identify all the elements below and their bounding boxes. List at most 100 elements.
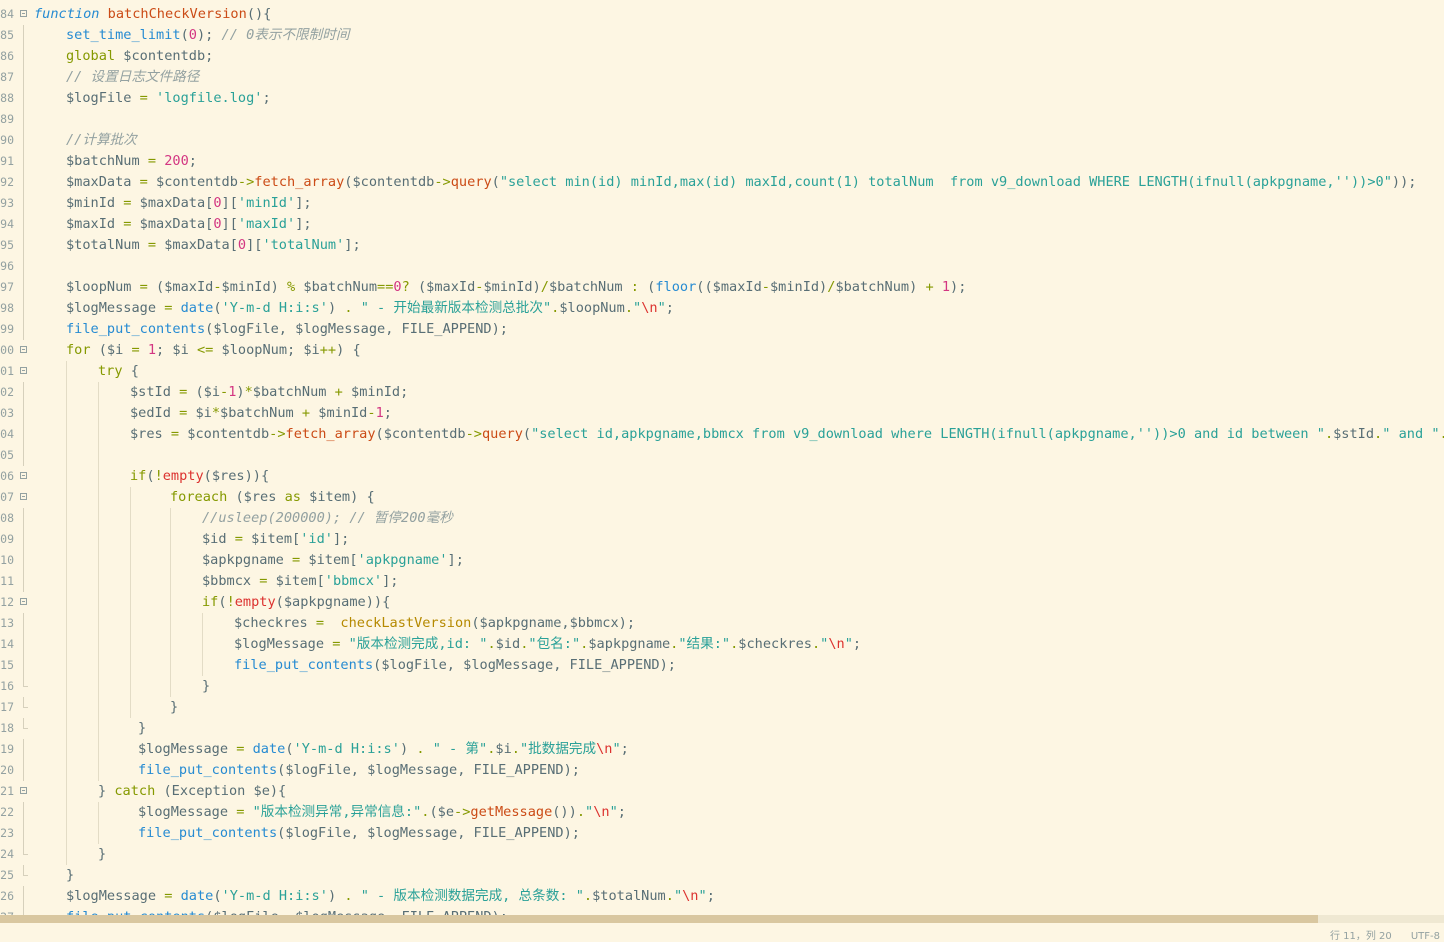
code-line[interactable]: 85 set_time_limit(0); // 0表示不限制时间 (0, 25, 1444, 46)
code-line[interactable]: 23 file_put_contents($logFile, $logMessag… (0, 823, 1444, 844)
fold-guide-line (23, 235, 24, 256)
horizontal-scrollbar-thumb[interactable] (0, 915, 1318, 923)
code-line[interactable]: 12 if(!empty($apkpgname)){ (0, 592, 1444, 613)
code-text[interactable]: //计算批次 (66, 130, 137, 151)
code-text[interactable]: $maxId = $maxData[0]['maxId']; (66, 214, 312, 235)
code-text[interactable]: $res = $contentdb->fetch_array($contentd… (130, 424, 1444, 445)
code-text[interactable]: $minId = $maxData[0]['minId']; (66, 193, 312, 214)
code-line[interactable]: 91 $batchNum = 200; (0, 151, 1444, 172)
code-line[interactable]: 00 for ($i = 1; $i <= $loopNum; $i++) { (0, 340, 1444, 361)
code-text[interactable]: $logMessage = date('Y-m-d H:i:s') . " - … (138, 739, 629, 760)
code-line[interactable]: 04 $res = $contentdb->fetch_array($conten… (0, 424, 1444, 445)
code-text[interactable]: $id = $item['id']; (202, 529, 349, 550)
code-text[interactable]: try { (98, 361, 139, 382)
code-text[interactable]: set_time_limit(0); // 0表示不限制时间 (66, 25, 349, 46)
fold-toggle-icon[interactable] (20, 472, 27, 479)
code-line[interactable]: 13 $checkres = checkLastVersion($apkpgnam… (0, 613, 1444, 634)
code-text[interactable]: $totalNum = $maxData[0]['totalNum']; (66, 235, 361, 256)
code-line[interactable]: 25} (0, 865, 1444, 886)
code-text[interactable]: } (138, 718, 146, 739)
code-line[interactable]: 24} (0, 844, 1444, 865)
indent-guide (98, 655, 99, 676)
code-line[interactable]: 22 $logMessage = "版本检测异常,异常信息:".($e->getM… (0, 802, 1444, 823)
code-line[interactable]: 96 (0, 256, 1444, 277)
code-editor[interactable]: 84 function batchCheckVersion(){85 set_tim… (0, 0, 1444, 915)
code-line[interactable]: 17} (0, 697, 1444, 718)
code-line[interactable]: 98 $logMessage = date('Y-m-d H:i:s') . " … (0, 298, 1444, 319)
code-text[interactable]: //usleep(200000); // 暂停200毫秒 (202, 508, 453, 529)
code-line[interactable]: 92 $maxData = $contentdb->fetch_array($co… (0, 172, 1444, 193)
code-text[interactable]: } (66, 865, 74, 886)
code-line[interactable]: 11 $bbmcx = $item['bbmcx']; (0, 571, 1444, 592)
code-text[interactable]: if(!empty($res)){ (130, 466, 269, 487)
code-line[interactable]: 09 $id = $item['id']; (0, 529, 1444, 550)
code-text[interactable]: } (170, 697, 178, 718)
fold-toggle-icon[interactable] (20, 367, 27, 374)
code-line[interactable]: 06 if(!empty($res)){ (0, 466, 1444, 487)
code-text[interactable]: file_put_contents($logFile, $logMessage,… (66, 319, 508, 340)
code-text[interactable]: $checkres = checkLastVersion($apkpgname,… (234, 613, 635, 634)
code-line[interactable]: 02 $stId = ($i-1)*$batchNum + $minId; (0, 382, 1444, 403)
code-line[interactable]: 18} (0, 718, 1444, 739)
code-line[interactable]: 21} catch (Exception $e){ (0, 781, 1444, 802)
code-line[interactable]: 01 try { (0, 361, 1444, 382)
code-line[interactable]: 10 $apkpgname = $item['apkpgname']; (0, 550, 1444, 571)
code-line[interactable]: 95 $totalNum = $maxData[0]['totalNum']; (0, 235, 1444, 256)
indent-guide (66, 508, 67, 529)
code-line[interactable]: 93 $minId = $maxData[0]['minId']; (0, 193, 1444, 214)
code-text[interactable]: } (98, 844, 106, 865)
code-line[interactable]: 88 $logFile = 'logfile.log'; (0, 88, 1444, 109)
code-line[interactable]: 27 file_put_contents($logFile, $logMessag… (0, 907, 1444, 915)
fold-toggle-icon[interactable] (20, 787, 27, 794)
indent-guide (66, 382, 67, 403)
code-line[interactable]: 89 (0, 109, 1444, 130)
code-line[interactable]: 15 file_put_contents($logFile, $logMessag… (0, 655, 1444, 676)
code-text[interactable]: global $contentdb; (66, 46, 213, 67)
code-line[interactable]: 84 function batchCheckVersion(){ (0, 4, 1444, 25)
code-text[interactable]: function batchCheckVersion(){ (34, 4, 271, 25)
code-line[interactable]: 07 foreach ($res as $item) { (0, 487, 1444, 508)
code-text[interactable]: $maxData = $contentdb->fetch_array($cont… (66, 172, 1416, 193)
code-text[interactable]: $logMessage = date('Y-m-d H:i:s') . " - … (66, 886, 715, 907)
code-text[interactable]: if(!empty($apkpgname)){ (202, 592, 390, 613)
code-line[interactable]: 26 $logMessage = date('Y-m-d H:i:s') . " … (0, 886, 1444, 907)
code-line[interactable]: 03 $edId = $i*$batchNum + $minId-1; (0, 403, 1444, 424)
code-text[interactable]: $logMessage = "版本检测异常,异常信息:".($e->getMes… (138, 802, 626, 823)
code-text[interactable]: file_put_contents($logFile, $logMessage,… (66, 907, 508, 915)
code-text[interactable]: // 设置日志文件路径 (66, 67, 199, 88)
code-line[interactable]: 19 $logMessage = date('Y-m-d H:i:s') . " … (0, 739, 1444, 760)
code-text[interactable]: for ($i = 1; $i <= $loopNum; $i++) { (66, 340, 361, 361)
code-text[interactable]: foreach ($res as $item) { (170, 487, 375, 508)
code-line[interactable]: 05 (0, 445, 1444, 466)
code-line[interactable]: 94 $maxId = $maxData[0]['maxId']; (0, 214, 1444, 235)
code-text[interactable]: file_put_contents($logFile, $logMessage,… (138, 760, 580, 781)
fold-toggle-icon[interactable] (20, 493, 27, 500)
code-line[interactable]: 97 $loopNum = ($maxId-$minId) % $batchNum… (0, 277, 1444, 298)
indent-guide (202, 613, 203, 634)
code-line[interactable]: 86 global $contentdb; (0, 46, 1444, 67)
code-line[interactable]: 14 $logMessage = "版本检测完成,id: ".$id."包名:".… (0, 634, 1444, 655)
code-text[interactable]: file_put_contents($logFile, $logMessage,… (234, 655, 676, 676)
code-text[interactable]: } (202, 676, 210, 697)
code-line[interactable]: 16} (0, 676, 1444, 697)
code-line[interactable]: 20 file_put_contents($logFile, $logMessag… (0, 760, 1444, 781)
code-line[interactable]: 08 //usleep(200000); // 暂停200毫秒 (0, 508, 1444, 529)
code-text[interactable]: $stId = ($i-1)*$batchNum + $minId; (130, 382, 408, 403)
code-text[interactable]: $loopNum = ($maxId-$minId) % $batchNum==… (66, 277, 966, 298)
code-text[interactable]: $batchNum = 200; (66, 151, 197, 172)
code-text[interactable]: $logFile = 'logfile.log'; (66, 88, 271, 109)
code-line[interactable]: 99 file_put_contents($logFile, $logMessag… (0, 319, 1444, 340)
fold-toggle-icon[interactable] (20, 10, 27, 17)
code-text[interactable]: $logMessage = date('Y-m-d H:i:s') . " - … (66, 298, 674, 319)
code-line[interactable]: 90 //计算批次 (0, 130, 1444, 151)
code-text[interactable]: $apkpgname = $item['apkpgname']; (202, 550, 464, 571)
code-text[interactable]: file_put_contents($logFile, $logMessage,… (138, 823, 580, 844)
code-text[interactable]: } catch (Exception $e){ (98, 781, 286, 802)
code-text[interactable]: $logMessage = "版本检测完成,id: ".$id."包名:".$a… (234, 634, 861, 655)
code-line[interactable]: 87 // 设置日志文件路径 (0, 67, 1444, 88)
code-text[interactable]: $bbmcx = $item['bbmcx']; (202, 571, 398, 592)
fold-end-marker (23, 697, 28, 708)
fold-toggle-icon[interactable] (20, 346, 27, 353)
code-text[interactable]: $edId = $i*$batchNum + $minId-1; (130, 403, 392, 424)
fold-toggle-icon[interactable] (20, 598, 27, 605)
